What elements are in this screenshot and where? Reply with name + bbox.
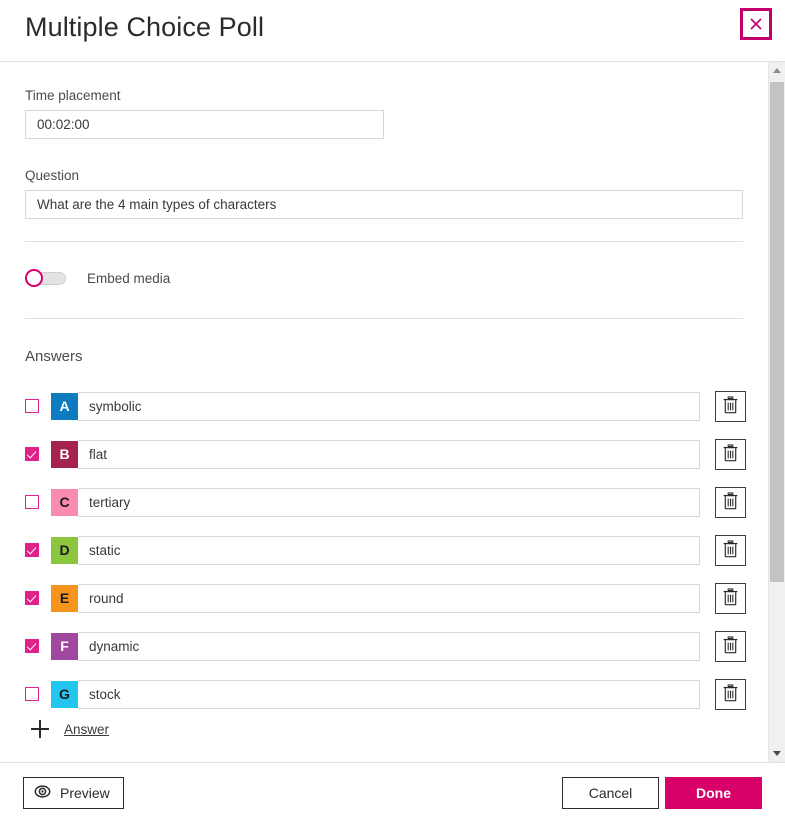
delete-answer-button-g[interactable] <box>715 678 746 710</box>
answer-input-c[interactable] <box>78 487 700 517</box>
embed-media-toggle[interactable] <box>25 269 67 287</box>
answer-row: A <box>0 382 768 430</box>
answers-heading: Answers <box>25 348 83 365</box>
delete-answer-button-d[interactable] <box>715 534 746 566</box>
add-answer-button[interactable]: Answer <box>30 719 109 739</box>
dialog-body: Time placement Question Embed media Answ… <box>0 62 785 762</box>
answer-row: G <box>0 670 768 718</box>
answer-row: D <box>0 526 768 574</box>
answer-letter-badge: D <box>51 536 78 564</box>
embed-media-label: Embed media <box>87 270 171 286</box>
answer-checkbox-c[interactable] <box>25 495 39 509</box>
multiple-choice-poll-dialog: Multiple Choice Poll Time placement Ques… <box>0 0 785 825</box>
trash-icon <box>722 539 739 561</box>
time-placement-label: Time placement <box>25 88 121 103</box>
scrollbar-down-button[interactable] <box>769 745 785 762</box>
answer-letter-badge: A <box>51 392 78 420</box>
answer-checkbox-b[interactable] <box>25 447 39 461</box>
answer-letter-badge: C <box>51 488 78 516</box>
cancel-button[interactable]: Cancel <box>562 777 659 809</box>
question-input[interactable] <box>25 190 743 219</box>
answer-checkbox-a[interactable] <box>25 399 39 413</box>
answer-letter-badge: E <box>51 584 78 612</box>
delete-answer-button-f[interactable] <box>715 630 746 662</box>
answer-checkbox-f[interactable] <box>25 639 39 653</box>
divider-top <box>25 241 743 242</box>
scrollbar-up-button[interactable] <box>769 62 785 79</box>
answer-input-e[interactable] <box>78 583 700 613</box>
answer-input-f[interactable] <box>78 631 700 661</box>
plus-icon <box>30 719 50 739</box>
time-placement-group: Time placement <box>25 88 384 139</box>
answer-input-d[interactable] <box>78 535 700 565</box>
add-answer-label: Answer <box>64 721 110 737</box>
page-title: Multiple Choice Poll <box>25 12 265 42</box>
answer-input-g[interactable] <box>78 679 700 709</box>
done-button[interactable]: Done <box>665 777 762 809</box>
answer-row: F <box>0 622 768 670</box>
trash-icon <box>722 491 739 513</box>
answer-checkbox-e[interactable] <box>25 591 39 605</box>
answer-row: E <box>0 574 768 622</box>
preview-button-label: Preview <box>60 785 110 801</box>
chevron-up-icon <box>773 68 781 73</box>
chevron-down-icon <box>773 751 781 756</box>
preview-button[interactable]: Preview <box>23 777 124 809</box>
trash-icon <box>722 395 739 417</box>
delete-answer-button-b[interactable] <box>715 438 746 470</box>
delete-answer-button-e[interactable] <box>715 582 746 614</box>
answer-input-b[interactable] <box>78 439 700 469</box>
delete-answer-button-c[interactable] <box>715 486 746 518</box>
answer-input-a[interactable] <box>78 391 700 421</box>
trash-icon <box>722 443 739 465</box>
delete-answer-button-a[interactable] <box>715 390 746 422</box>
embed-media-row: Embed media <box>25 267 170 289</box>
close-button[interactable] <box>740 8 772 40</box>
dialog-header: Multiple Choice Poll <box>0 0 785 62</box>
scrollbar-thumb[interactable] <box>770 82 784 582</box>
answer-letter-badge: F <box>51 632 78 660</box>
answer-row: B <box>0 430 768 478</box>
answer-letter-badge: G <box>51 680 78 708</box>
trash-icon <box>722 635 739 657</box>
scroll-content: Time placement Question Embed media Answ… <box>0 62 768 762</box>
divider-bottom <box>25 318 743 319</box>
answer-row: C <box>0 478 768 526</box>
question-group: Question <box>25 168 743 219</box>
toggle-knob <box>25 269 43 287</box>
time-placement-input[interactable] <box>25 110 384 139</box>
trash-icon <box>722 683 739 705</box>
trash-icon <box>722 587 739 609</box>
answer-checkbox-g[interactable] <box>25 687 39 701</box>
question-label: Question <box>25 168 80 183</box>
dialog-footer: Preview Cancel Done <box>0 762 785 825</box>
vertical-scrollbar[interactable] <box>768 62 785 762</box>
answers-list: ABCDEFG <box>0 382 768 718</box>
answer-checkbox-d[interactable] <box>25 543 39 557</box>
eye-icon <box>34 783 51 803</box>
close-icon <box>748 16 764 32</box>
answer-letter-badge: B <box>51 440 78 468</box>
